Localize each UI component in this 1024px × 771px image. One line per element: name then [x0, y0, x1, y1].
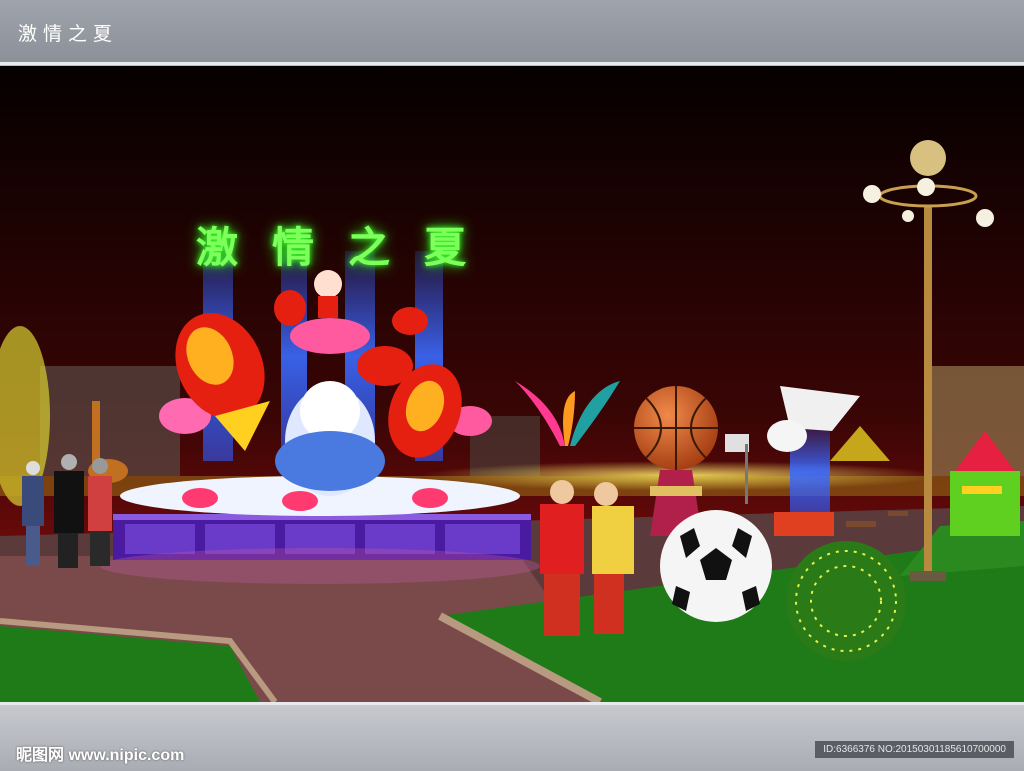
- neon-char: 夏: [423, 223, 466, 272]
- image-id: ID:6366376 NO:20150301185610700000: [815, 741, 1014, 758]
- header-title: 激情之夏: [18, 23, 119, 45]
- scene-illustration: [0, 66, 1024, 702]
- footer-bar: 昵图网 www.nipic.com ID:6366376 NO:20150301…: [0, 702, 1024, 771]
- neon-char: 激: [196, 223, 239, 272]
- header-bar: 激情之夏: [0, 0, 1024, 65]
- night-scene: 激 情 之 夏: [0, 66, 1024, 702]
- neon-sign: 激 情 之 夏: [196, 214, 466, 275]
- neon-char: 情: [271, 223, 314, 272]
- neon-char: 之: [347, 223, 390, 272]
- site-logo[interactable]: 昵图网 www.nipic.com: [16, 741, 184, 765]
